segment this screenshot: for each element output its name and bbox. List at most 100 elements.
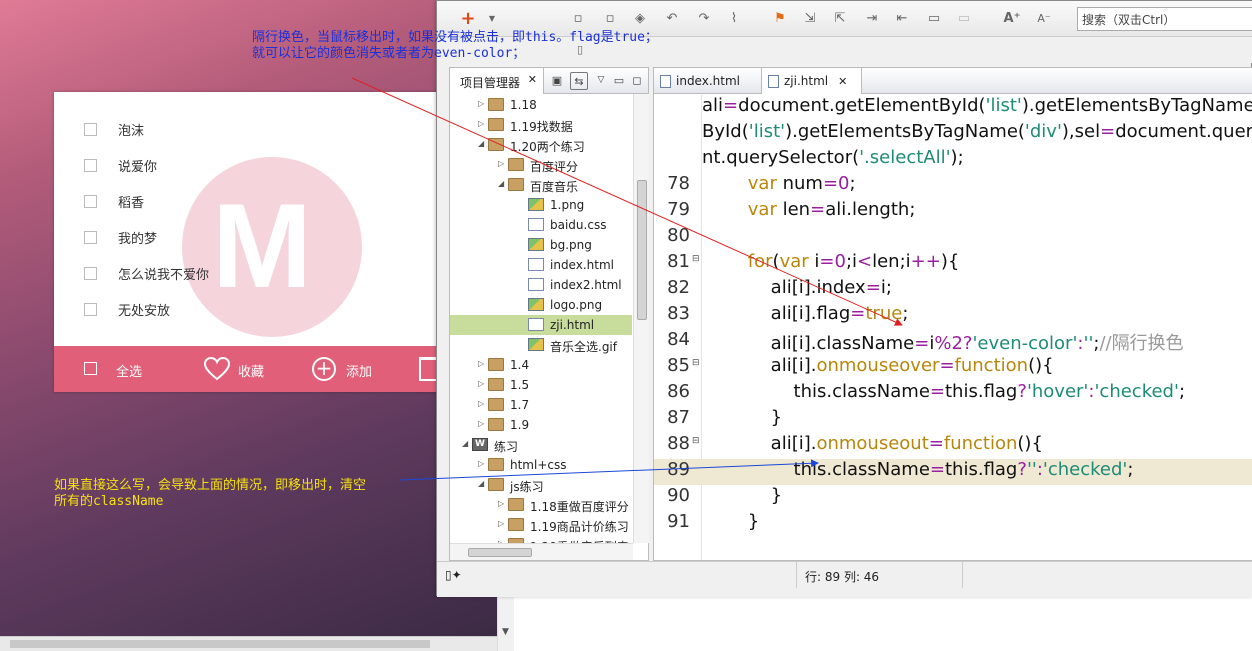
fold-icon[interactable]: ⊟ <box>692 358 700 368</box>
code-line[interactable]: 86 this.className=this.flag?'hover':'che… <box>654 381 1252 407</box>
expand-arrow-icon[interactable]: ▷ <box>478 419 484 428</box>
tree-item[interactable]: 音乐全选.gif <box>450 335 632 355</box>
comment-icon[interactable]: ▭ <box>925 10 943 28</box>
uncomment-icon[interactable]: ▭ <box>955 10 973 28</box>
tree-item[interactable]: ▷ html+css <box>450 455 632 475</box>
code-line[interactable]: ById('list').getElementsByTagName('div')… <box>654 121 1252 147</box>
song-row[interactable]: 我的梦 <box>84 227 157 247</box>
song-row[interactable]: 怎么说我不爱你 <box>84 263 209 283</box>
collapse-icon[interactable]: ▣ <box>548 72 566 90</box>
explorer-vscrollbar[interactable] <box>633 94 649 543</box>
code-line[interactable]: 88 ali[i].onmouseout=function(){⊟ <box>654 433 1252 459</box>
song-checkbox[interactable] <box>84 158 97 172</box>
new-icon[interactable]: + <box>459 10 477 28</box>
code-line[interactable]: 79 var len=ali.length; <box>654 199 1252 225</box>
code-line[interactable]: 80 <box>654 225 1252 251</box>
save-all-icon[interactable]: ▫ <box>601 10 619 28</box>
code-line[interactable]: 90 } <box>654 485 1252 511</box>
tree-item[interactable]: index2.html <box>450 275 632 295</box>
tree-item[interactable]: ▷ 1.19商品计价练习 <box>450 515 632 535</box>
song-checkbox[interactable] <box>84 230 97 244</box>
code-line[interactable]: 89 this.className=this.flag?'':'checked'… <box>654 459 1252 485</box>
collapse-arrow-icon[interactable]: ◢ <box>462 439 468 448</box>
expand-arrow-icon[interactable]: ▷ <box>478 379 484 388</box>
scroll-thumb[interactable] <box>637 180 647 320</box>
select-all-label[interactable]: 全选 <box>116 361 142 380</box>
undo-icon[interactable]: ↶ <box>663 10 681 28</box>
export-icon[interactable]: ⇱ <box>831 10 849 28</box>
view-menu-icon[interactable]: ▽ <box>592 72 610 90</box>
expand-arrow-icon[interactable]: ▷ <box>478 99 484 108</box>
code-line[interactable]: ali=document.getElementById('list').getE… <box>654 95 1252 121</box>
tree-item[interactable]: ▷ 1.7 <box>450 395 632 415</box>
expand-arrow-icon[interactable]: ▷ <box>498 519 504 528</box>
song-row[interactable]: 无处安放 <box>84 299 170 319</box>
jump-icon[interactable]: ⇲ <box>801 10 819 28</box>
step-icon[interactable]: ⇥ <box>863 10 881 28</box>
link-editor-icon[interactable]: ⇆ <box>570 72 588 90</box>
tree-item[interactable]: ▷ 1.19找数据 <box>450 115 632 135</box>
song-row[interactable]: 泡沫 <box>84 119 144 139</box>
expand-arrow-icon[interactable]: ▷ <box>478 359 484 368</box>
add-icon[interactable]: + <box>312 357 336 381</box>
add-label[interactable]: 添加 <box>346 361 372 380</box>
collapse-arrow-icon[interactable]: ◢ <box>478 139 484 148</box>
tree-item[interactable]: ▷ 1.5 <box>450 375 632 395</box>
maximize-icon[interactable]: ◻ <box>628 72 646 90</box>
fold-icon[interactable]: ⊟ <box>692 436 700 446</box>
close-icon[interactable]: ✕ <box>838 75 847 88</box>
tab-zji-html[interactable]: zji.html ✕ <box>762 68 862 94</box>
song-checkbox[interactable] <box>84 266 97 280</box>
code-line[interactable]: 85 ali[i].onmouseover=function(){⊟ <box>654 355 1252 381</box>
code-line[interactable]: 81 for(var i=0;i<len;i++){⊟ <box>654 251 1252 277</box>
tree-item[interactable]: ▷ 1.4 <box>450 355 632 375</box>
tree-item[interactable]: ◢ W 练习 <box>450 435 632 455</box>
step-into-icon[interactable]: ⇤ <box>893 10 911 28</box>
song-checkbox[interactable] <box>84 302 97 316</box>
song-checkbox[interactable] <box>84 194 97 208</box>
tree-item[interactable]: 1.png <box>450 195 632 215</box>
explorer-hscrollbar[interactable] <box>450 543 633 560</box>
code-line[interactable]: 91 } <box>654 511 1252 537</box>
expand-arrow-icon[interactable]: ▷ <box>498 499 504 508</box>
code-line[interactable]: 84 ali[i].className=i%2?'even-color':'';… <box>654 329 1252 355</box>
tree-item[interactable]: ◢ 1.20两个练习 <box>450 135 632 155</box>
tree-item[interactable]: logo.png <box>450 295 632 315</box>
favorite-label[interactable]: 收藏 <box>238 361 264 380</box>
tree-item[interactable]: ◢ 百度音乐 <box>450 175 632 195</box>
scroll-thumb[interactable] <box>468 548 532 557</box>
horizontal-scrollbar[interactable] <box>0 636 497 651</box>
song-row[interactable]: 稻香 <box>84 191 144 211</box>
chevron-down-icon[interactable]: ▼ <box>483 10 501 28</box>
tree-item[interactable]: zji.html <box>450 315 632 335</box>
code-line[interactable]: 78 var num=0; <box>654 173 1252 199</box>
format-icon[interactable]: ⌇ <box>725 10 743 28</box>
code-line[interactable]: 82 ali[i].index=i; <box>654 277 1252 303</box>
tree-item[interactable]: index.html <box>450 255 632 275</box>
tree-item[interactable]: ◢ js练习 <box>450 475 632 495</box>
font-smaller-icon[interactable]: A⁻ <box>1035 10 1053 28</box>
bookmark-icon[interactable]: ⚑ <box>771 10 789 28</box>
expand-arrow-icon[interactable]: ▷ <box>478 399 484 408</box>
expand-arrow-icon[interactable]: ▷ <box>478 459 484 468</box>
save-icon[interactable]: ▫ <box>569 10 587 28</box>
preview-icon[interactable]: ◈ <box>631 10 649 28</box>
collapse-arrow-icon[interactable]: ◢ <box>498 179 504 188</box>
expand-arrow-icon[interactable]: ▷ <box>498 159 504 168</box>
scroll-thumb[interactable] <box>10 640 430 648</box>
expand-arrow-icon[interactable]: ▷ <box>478 119 484 128</box>
song-checkbox[interactable] <box>84 122 97 136</box>
close-icon[interactable]: ✕ <box>528 73 537 86</box>
tab-project-explorer[interactable]: 项目管理器 ✕ <box>450 68 544 94</box>
search-input[interactable]: 搜索（双击Ctrl） <box>1077 7 1252 31</box>
song-row[interactable]: 说爱你 <box>84 155 157 175</box>
tree-item[interactable]: ▷ 1.9 <box>450 415 632 435</box>
redo-icon[interactable]: ↷ <box>695 10 713 28</box>
scroll-down-icon[interactable]: ▼ <box>502 627 509 637</box>
tree-item[interactable]: ▷ 百度评分 <box>450 155 632 175</box>
heart-icon[interactable] <box>204 357 230 381</box>
tab-index-html[interactable]: index.html <box>654 68 762 94</box>
fold-icon[interactable]: ⊟ <box>692 254 700 264</box>
collapse-arrow-icon[interactable]: ◢ <box>478 479 484 488</box>
tree-item[interactable]: bg.png <box>450 235 632 255</box>
